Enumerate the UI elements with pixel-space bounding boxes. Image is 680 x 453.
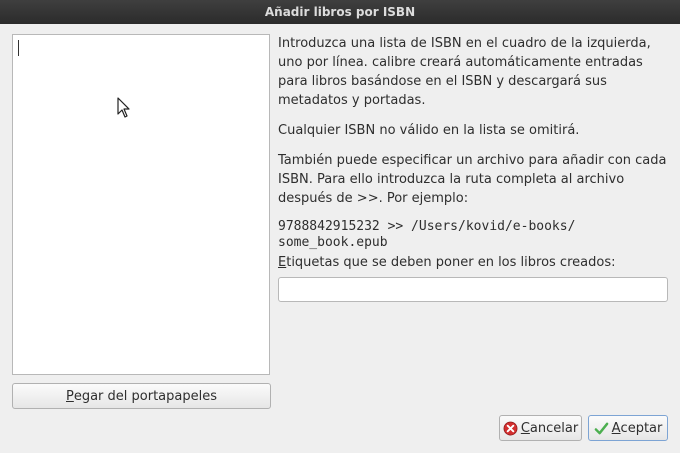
- accept-label: ceptar: [620, 420, 663, 436]
- window-title: Añadir libros por ISBN: [264, 5, 416, 19]
- example-line-2: some_book.epub: [278, 235, 388, 250]
- tags-label: Etiquetas que se deben poner en los libr…: [278, 255, 615, 270]
- instructions-paragraph-2: Cualquier ISBN no válido en la lista se …: [278, 123, 580, 138]
- example-path: 9788842915232 >> /Users/kovid/e-books/ s…: [278, 219, 670, 251]
- tags-label-mnemonic: E: [278, 255, 287, 270]
- add-books-by-isbn-dialog: Añadir libros por ISBN Pegar del portapa…: [0, 0, 680, 453]
- paste-button-label: egar del portapapeles: [73, 388, 217, 404]
- paste-from-clipboard-button[interactable]: Pegar del portapapeles: [12, 383, 271, 409]
- instructions-paragraph-3: También puede especificar un archivo par…: [278, 153, 667, 206]
- accept-button[interactable]: Aceptar: [588, 415, 668, 441]
- instructions-panel: Introduzca una lista de ISBN en el cuadr…: [278, 34, 670, 251]
- tags-input[interactable]: [278, 277, 668, 302]
- paste-button-mnemonic: P: [66, 388, 74, 404]
- text-caret: [18, 40, 19, 56]
- cancel-label: ancelar: [529, 420, 579, 436]
- cancel-mnemonic: C: [520, 420, 530, 436]
- cancel-button[interactable]: Cancelar: [499, 415, 582, 441]
- window-titlebar[interactable]: Añadir libros por ISBN: [0, 0, 680, 24]
- tags-label-text: tiquetas que se deben poner en los libro…: [286, 255, 616, 270]
- isbn-list-textarea[interactable]: [12, 34, 270, 375]
- checkmark-icon: [594, 421, 609, 436]
- instructions-paragraph-1: Introduzca una lista de ISBN en el cuadr…: [278, 36, 651, 108]
- mouse-pointer-icon: [117, 97, 130, 118]
- example-line-1: 9788842915232 >> /Users/kovid/e-books/: [278, 219, 576, 234]
- accept-mnemonic: A: [611, 420, 621, 436]
- cancel-icon: [503, 421, 518, 436]
